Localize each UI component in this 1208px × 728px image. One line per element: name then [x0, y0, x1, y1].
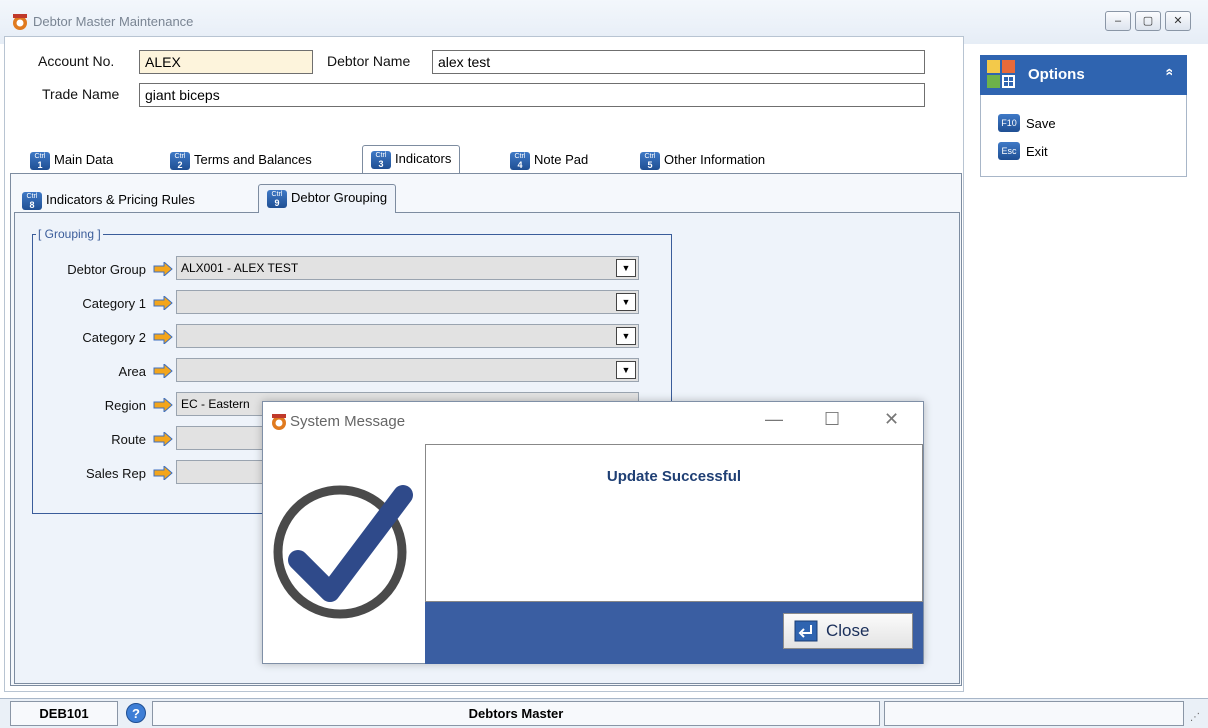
- ctrl-1-icon: Ctrl 1: [30, 152, 50, 170]
- status-empty-cell: [884, 701, 1184, 726]
- screen-code: DEB101: [10, 701, 118, 726]
- dialog-message: Update Successful: [606, 468, 742, 485]
- tab-terms-and-balances[interactable]: Ctrl 2 Terms and Balances: [170, 146, 318, 174]
- debtor-name-label: Debtor Name: [327, 53, 411, 69]
- close-button[interactable]: Close: [783, 613, 913, 649]
- trade-name-field[interactable]: giant biceps: [139, 83, 925, 107]
- arrow-right-icon[interactable]: [153, 432, 173, 446]
- subtab-debtor-grouping[interactable]: Ctrl 9 Debtor Grouping: [258, 184, 397, 213]
- arrow-right-icon[interactable]: [153, 262, 173, 276]
- options-title: Options: [1028, 66, 1085, 83]
- area-label: Area: [118, 364, 146, 379]
- grouping-title: [ Grouping ]: [36, 227, 103, 241]
- category-1-label: Category 1: [82, 296, 146, 311]
- debtor-group-label: Debtor Group: [67, 262, 146, 277]
- ctrl-2-icon: Ctrl 2: [170, 152, 190, 170]
- debtor-group-select[interactable]: ALX001 - ALEX TEST: [176, 256, 639, 280]
- sales-rep-label: Sales Rep: [86, 466, 146, 481]
- options-panel-header[interactable]: Options »: [980, 55, 1187, 95]
- chevron-down-icon[interactable]: ▼: [616, 293, 636, 311]
- help-icon[interactable]: ?: [126, 703, 146, 723]
- close-window-button[interactable]: ✕: [1165, 11, 1191, 31]
- options-exit-item[interactable]: Esc Exit: [998, 142, 1048, 160]
- route-label: Route: [111, 432, 146, 447]
- tab-indicators[interactable]: Ctrl 3 Indicators: [362, 145, 461, 174]
- resize-grip-icon[interactable]: ⋰: [1190, 712, 1200, 723]
- arrow-right-icon[interactable]: [153, 466, 173, 480]
- arrow-right-icon[interactable]: [153, 398, 173, 412]
- options-save-item[interactable]: F10 Save: [998, 114, 1056, 132]
- debtor-name-field[interactable]: alex test: [432, 50, 925, 74]
- checkmark-icon: [273, 485, 413, 619]
- chevron-down-icon[interactable]: ▼: [616, 361, 636, 379]
- app-logo-icon: [272, 414, 286, 430]
- tab-main-data[interactable]: Ctrl 1 Main Data: [30, 146, 119, 174]
- subtab-indicators-pricing-rules[interactable]: Ctrl 8 Indicators & Pricing Rules: [22, 186, 201, 214]
- window-title: Debtor Master Maintenance: [33, 14, 194, 29]
- chevron-down-icon[interactable]: ▼: [616, 259, 636, 277]
- tab-note-pad[interactable]: Ctrl 4 Note Pad: [510, 146, 594, 174]
- collapse-icon[interactable]: »: [1160, 68, 1176, 76]
- f10-key-icon: F10: [998, 114, 1020, 132]
- category-2-select[interactable]: [176, 324, 639, 348]
- category-1-select[interactable]: [176, 290, 639, 314]
- dialog-close-button[interactable]: ✕: [884, 409, 899, 430]
- ctrl-5-icon: Ctrl 5: [640, 152, 660, 170]
- dialog-title: System Message: [290, 413, 406, 430]
- dialog-minimize-button[interactable]: —: [765, 409, 783, 430]
- restore-button[interactable]: ▢: [1135, 11, 1161, 31]
- ctrl-4-icon: Ctrl 4: [510, 152, 530, 170]
- options-grid-icon: [987, 60, 1015, 88]
- ctrl-8-icon: Ctrl 8: [22, 192, 42, 210]
- minimize-button[interactable]: –: [1105, 11, 1131, 31]
- esc-key-icon: Esc: [998, 142, 1020, 160]
- ctrl-9-icon: Ctrl 9: [267, 190, 287, 208]
- region-label: Region: [104, 398, 146, 413]
- chevron-down-icon[interactable]: ▼: [616, 327, 636, 345]
- dialog-maximize-button[interactable]: ☐: [824, 409, 840, 430]
- options-panel-body: [980, 95, 1187, 177]
- ctrl-3-icon: Ctrl 3: [371, 151, 391, 169]
- tab-other-information[interactable]: Ctrl 5 Other Information: [640, 146, 771, 174]
- category-2-label: Category 2: [82, 330, 146, 345]
- trade-name-label: Trade Name: [42, 86, 120, 102]
- arrow-right-icon[interactable]: [153, 330, 173, 344]
- app-logo-icon: [13, 14, 27, 30]
- area-select[interactable]: [176, 358, 639, 382]
- enter-icon: [794, 620, 818, 642]
- arrow-right-icon[interactable]: [153, 296, 173, 310]
- arrow-right-icon[interactable]: [153, 364, 173, 378]
- account-no-label: Account No.: [38, 53, 115, 69]
- module-name: Debtors Master: [152, 701, 880, 726]
- account-no-field[interactable]: ALEX: [139, 50, 313, 74]
